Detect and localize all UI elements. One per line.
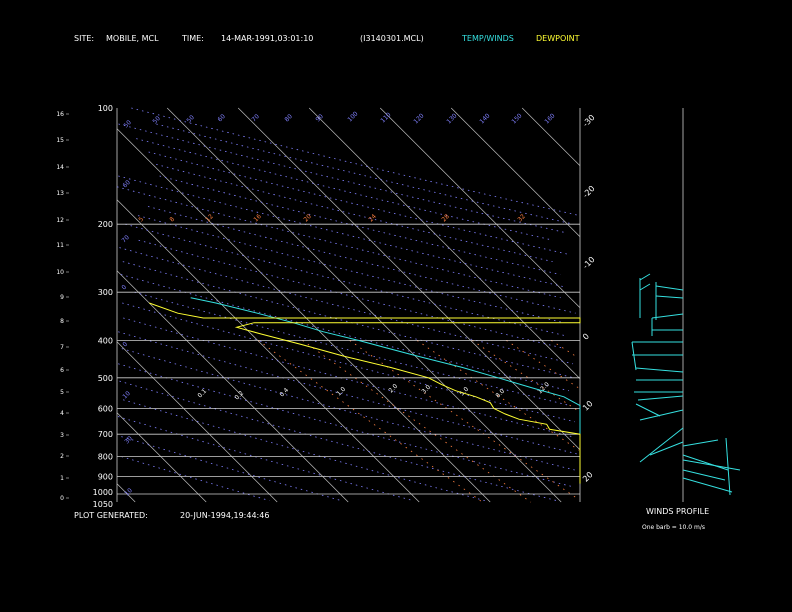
pressure-label: 400: [98, 336, 113, 345]
height-label: 0: [60, 495, 64, 502]
file-name: (I3140301.MCL): [360, 34, 424, 43]
pressure-label: 100: [98, 104, 113, 113]
pressure-label: 800: [98, 453, 113, 462]
pressure-label: 1000: [93, 488, 113, 497]
site-label: SITE:: [74, 34, 94, 43]
legend-temp: TEMP/WINDS: [461, 34, 514, 43]
legend-dewpoint: DEWPOINT: [536, 34, 580, 43]
pressure-label: 200: [98, 220, 113, 229]
pressure-label: 600: [98, 404, 113, 413]
height-label: 12: [56, 217, 64, 224]
height-label: 16: [56, 111, 64, 118]
pressure-label: 500: [98, 374, 113, 383]
height-label: 13: [56, 190, 64, 197]
height-label: 14: [56, 164, 64, 171]
time-label: TIME:: [181, 34, 204, 43]
pressure-label: 1050: [93, 500, 113, 509]
height-label: 5: [60, 389, 64, 396]
skew-t-chart: SITE: MOBILE, MCL TIME: 14-MAR-1991,03:0…: [0, 0, 792, 612]
height-label: 9: [60, 294, 64, 301]
height-label: 7: [60, 344, 64, 351]
height-label: 2: [60, 453, 64, 460]
height-label: 8: [60, 318, 64, 325]
height-label: 4: [60, 410, 64, 417]
winds-note: One barb = 10.0 m/s: [642, 524, 705, 531]
pressure-label: 900: [98, 472, 113, 481]
time-value: 14-MAR-1991,03:01:10: [221, 34, 313, 43]
generated-value: 20-JUN-1994,19:44:46: [180, 511, 269, 520]
winds-title: WINDS PROFILE: [646, 507, 709, 516]
generated-label: PLOT GENERATED:: [74, 511, 148, 520]
height-label: 11: [56, 242, 64, 249]
pressure-label: 300: [98, 288, 113, 297]
site-value: MOBILE, MCL: [106, 34, 159, 43]
height-label: 10: [56, 269, 64, 276]
height-label: 6: [60, 367, 64, 374]
pressure-label: 700: [98, 430, 113, 439]
height-label: 1: [60, 475, 64, 482]
height-label: 15: [56, 137, 64, 144]
height-label: 3: [60, 432, 64, 439]
